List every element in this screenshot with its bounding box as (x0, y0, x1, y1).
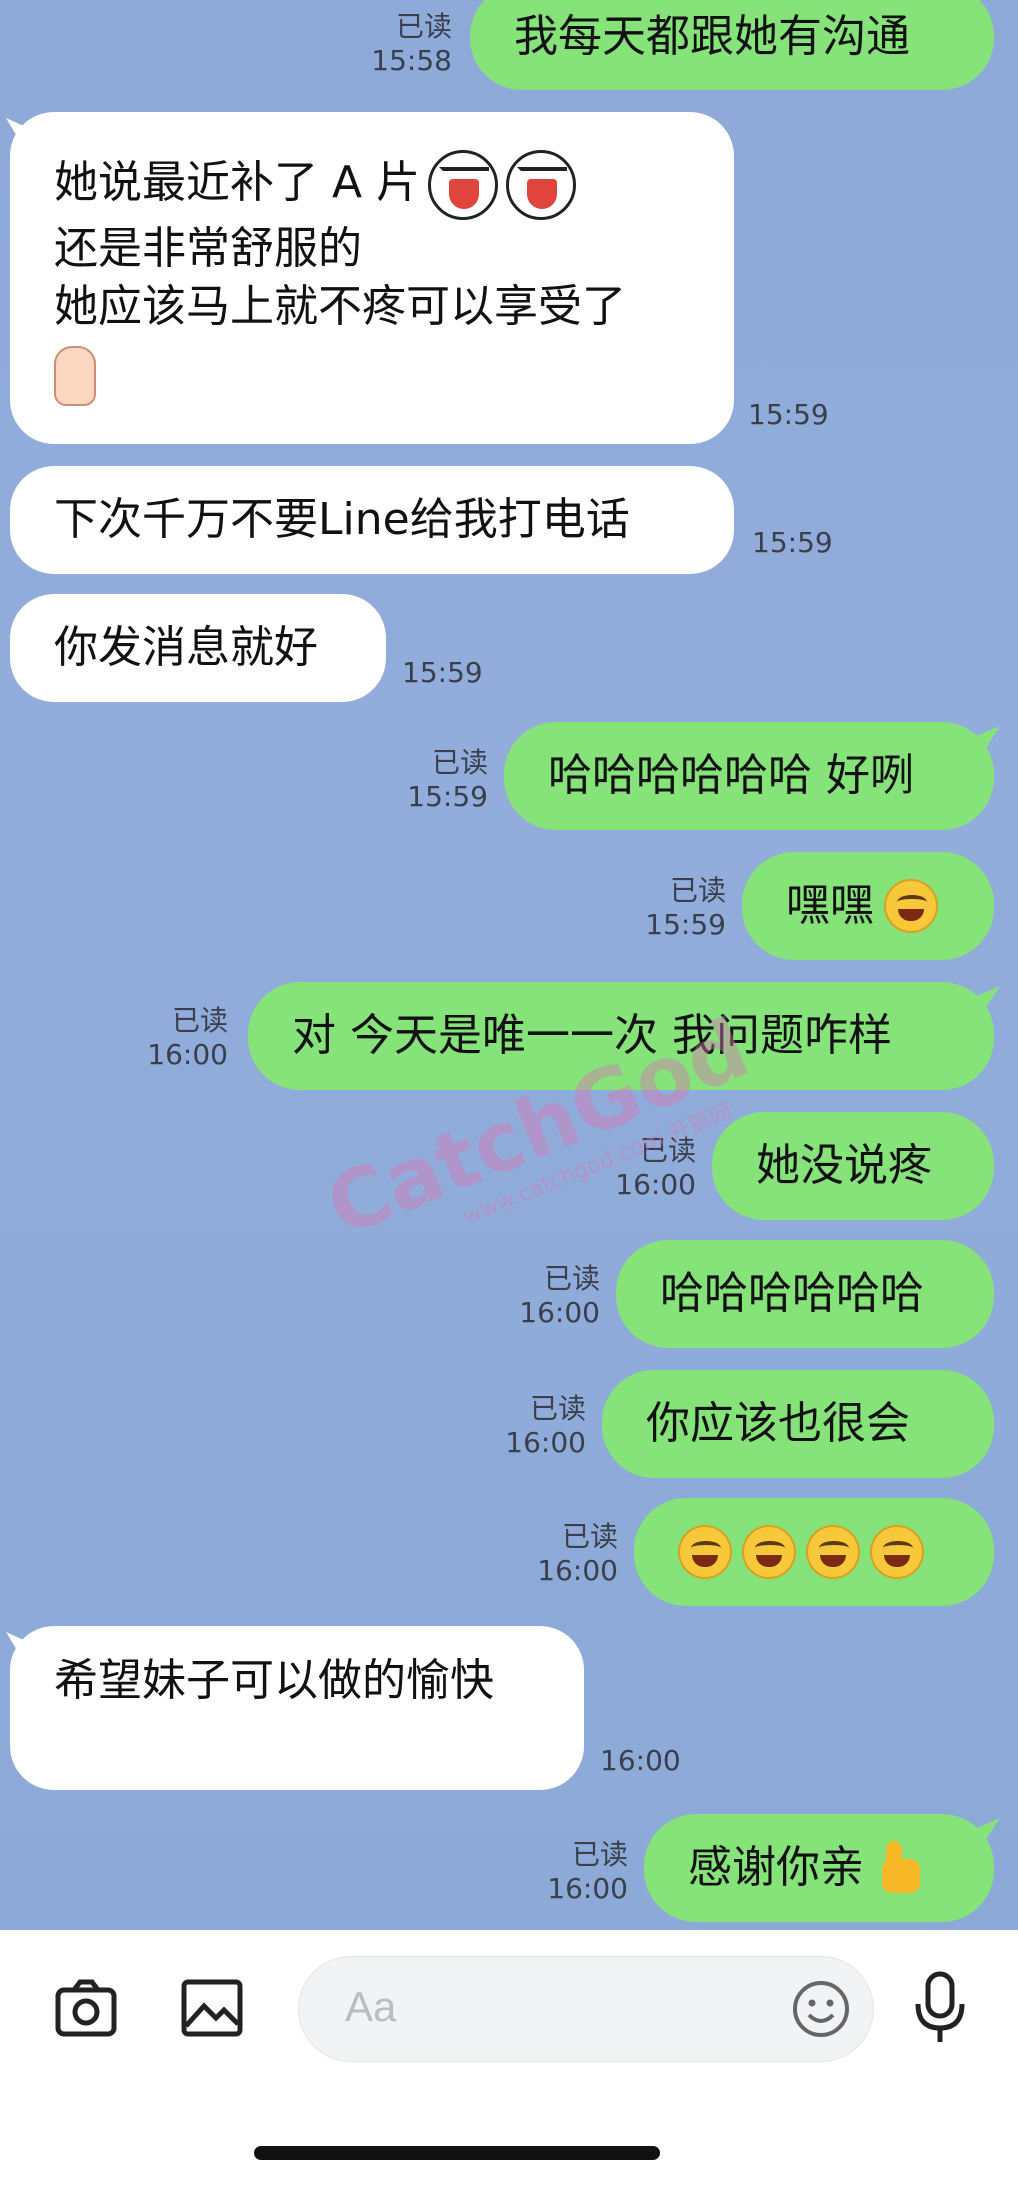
message-text: 对 今天是唯一一次 我问题咋样 (292, 1010, 892, 1061)
camera-icon (55, 1979, 117, 2037)
voice-button[interactable] (910, 1970, 970, 2046)
timestamp: 15:59 (752, 526, 833, 559)
message-meta: 已读 16:00 (508, 1262, 600, 1330)
camera-button[interactable] (54, 1976, 118, 2040)
timestamp: 16:00 (505, 1426, 586, 1459)
outgoing-message[interactable]: 嘿嘿 (742, 852, 994, 960)
message-text: 希望妹子可以做的愉快 (54, 1655, 494, 1706)
read-receipt: 已读 (171, 1004, 228, 1037)
read-receipt: 已读 (669, 874, 726, 907)
message-meta: 已读 16:00 (494, 1392, 586, 1460)
outgoing-message[interactable]: 我每天都跟她有沟通 (470, 0, 994, 90)
message-input[interactable]: Aa (298, 1956, 874, 2062)
message-text: 你应该也很会 (646, 1398, 910, 1449)
thumbs-up-emoji-icon (870, 1841, 924, 1895)
laughing-emoji-icon (678, 1525, 732, 1579)
read-receipt: 已读 (431, 746, 488, 779)
message-meta: 已读 15:58 (360, 10, 452, 78)
laughing-emoji-icon (806, 1525, 860, 1579)
thumbs-up-emoji-icon (54, 346, 96, 406)
outgoing-message[interactable]: 她没说疼 (712, 1112, 994, 1220)
message-meta: 已读 16:00 (526, 1520, 618, 1588)
timestamp: 15:59 (645, 908, 726, 941)
outgoing-message[interactable]: 感谢你亲 (644, 1814, 994, 1922)
timestamp: 16:00 (547, 1872, 628, 1905)
outgoing-message[interactable]: 对 今天是唯一一次 我问题咋样 (248, 982, 994, 1090)
timestamp: 16:00 (147, 1038, 228, 1071)
read-receipt: 已读 (529, 1392, 586, 1425)
outgoing-message[interactable]: 哈哈哈哈哈哈 (616, 1240, 994, 1348)
timestamp: 15:58 (371, 44, 452, 77)
timestamp: 16:00 (519, 1296, 600, 1329)
crying-laugh-emoji-icon (506, 150, 577, 220)
read-receipt: 已读 (395, 10, 452, 43)
message-text: 我每天都跟她有沟通 (514, 11, 910, 62)
message-meta: 已读 15:59 (396, 746, 488, 814)
incoming-message[interactable]: 希望妹子可以做的愉快 (10, 1626, 584, 1790)
timestamp: 15:59 (407, 780, 488, 813)
message-text: 嘿嘿 (786, 880, 874, 931)
read-receipt: 已读 (561, 1520, 618, 1553)
read-receipt: 已读 (571, 1838, 628, 1871)
message-meta: 已读 16:00 (136, 1004, 228, 1072)
message-text: 哈哈哈哈哈哈 好咧 (548, 750, 914, 801)
image-icon (181, 1979, 243, 2037)
timestamp: 15:59 (402, 656, 483, 689)
message-text: 她没说疼 (756, 1140, 932, 1191)
crying-laugh-emoji-icon (428, 150, 499, 220)
incoming-message[interactable]: 你发消息就好 (10, 594, 386, 702)
message-meta: 已读 15:59 (634, 874, 726, 942)
outgoing-message[interactable]: 你应该也很会 (602, 1370, 994, 1478)
emoji-button[interactable] (791, 1979, 851, 2039)
outgoing-message[interactable]: 哈哈哈哈哈哈 好咧 (504, 722, 994, 830)
home-indicator[interactable] (254, 2146, 660, 2160)
message-text: 下次千万不要Line给我打电话 (54, 494, 630, 545)
timestamp: 16:00 (537, 1554, 618, 1587)
message-line: 她应该马上就不疼可以享受了 (54, 281, 626, 332)
smiley-icon (793, 1981, 849, 2037)
timestamp: 16:00 (615, 1168, 696, 1201)
microphone-icon (915, 1971, 965, 2042)
message-line: 还是非常舒服的 (54, 223, 362, 274)
message-text: 你发消息就好 (54, 622, 318, 673)
input-placeholder: Aa (345, 1983, 397, 2030)
message-text: 哈哈哈哈哈哈 (660, 1268, 924, 1319)
message-meta: 已读 16:00 (604, 1134, 696, 1202)
message-text: 感谢你亲 (688, 1842, 864, 1893)
message-line: 她说最近补了 A 片 (54, 150, 690, 220)
timestamp: 15:59 (748, 398, 829, 431)
outgoing-message[interactable] (634, 1498, 994, 1606)
laughing-emoji-icon (870, 1525, 924, 1579)
read-receipt: 已读 (639, 1134, 696, 1167)
photo-button[interactable] (180, 1976, 244, 2040)
incoming-message[interactable]: 她说最近补了 A 片 还是非常舒服的 她应该马上就不疼可以享受了 (10, 112, 734, 444)
message-meta: 已读 16:00 (536, 1838, 628, 1906)
chat-area: 已读 15:58 我每天都跟她有沟通 她说最近补了 A 片 还是非常舒服的 她应… (0, 0, 1018, 1930)
incoming-message[interactable]: 下次千万不要Line给我打电话 (10, 466, 734, 574)
grinning-emoji-icon (884, 879, 938, 933)
timestamp: 16:00 (600, 1744, 681, 1777)
read-receipt: 已读 (543, 1262, 600, 1295)
laughing-emoji-icon (742, 1525, 796, 1579)
